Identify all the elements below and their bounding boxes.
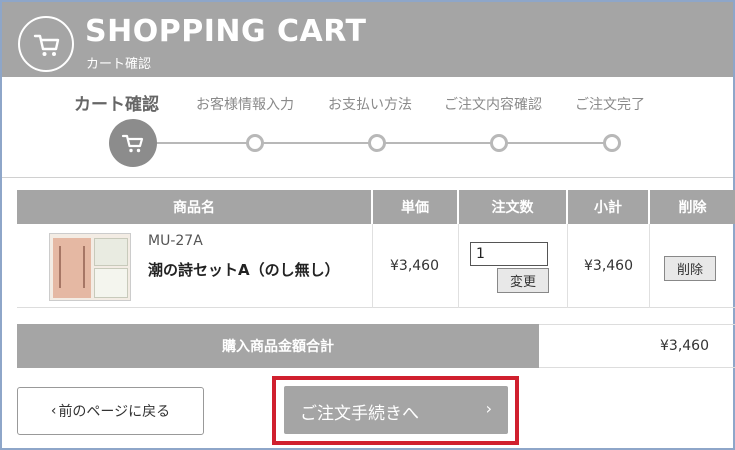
divider [2, 177, 733, 178]
step-dot-complete [603, 134, 621, 152]
column-header-quantity: 注文数 [459, 190, 566, 224]
back-button[interactable]: ‹ 前のページに戻る [17, 387, 204, 435]
proceed-to-checkout-button[interactable]: ご注文手続きへ › [284, 386, 508, 434]
page-title: SHOPPING CART [85, 14, 367, 49]
column-header-product: 商品名 [17, 190, 371, 224]
proceed-button-label: ご注文手続きへ [300, 404, 419, 424]
step-dot-customer-info [246, 134, 264, 152]
unit-price: ¥3,460 [390, 258, 439, 274]
step-label-cart: カート確認 [74, 95, 159, 115]
step-label-payment: お支払い方法 [328, 97, 412, 113]
column-divider [649, 224, 650, 308]
total-value: ¥3,460 [539, 324, 735, 368]
column-header-subtotal: 小計 [568, 190, 648, 224]
product-name[interactable]: 潮の詩セットA（のし無し） [148, 259, 340, 280]
quantity-input[interactable] [470, 242, 548, 266]
product-box-image [53, 238, 91, 298]
shopping-cart-icon [18, 16, 74, 72]
page-subtitle: カート確認 [86, 57, 152, 72]
step-label-confirm: ご注文内容確認 [444, 97, 542, 113]
product-thumbnail[interactable] [49, 233, 131, 301]
row-subtotal: ¥3,460 [584, 258, 633, 274]
back-button-label: 前のページに戻る [58, 404, 171, 420]
product-box-image [94, 268, 128, 298]
column-divider [458, 224, 459, 308]
update-quantity-button[interactable]: 変更 [497, 268, 549, 293]
step-label-customer-info: お客様情報入力 [196, 97, 294, 113]
column-header-unit-price: 単価 [373, 190, 457, 224]
column-divider [567, 224, 568, 308]
chevron-left-icon: ‹ [50, 403, 57, 419]
cart-header: SHOPPING CART カート確認 [2, 2, 733, 77]
step-label-complete: ご注文完了 [575, 97, 645, 113]
column-divider [372, 224, 373, 308]
step-cart-active-icon [109, 119, 157, 167]
step-dot-payment [368, 134, 386, 152]
delete-button[interactable]: 削除 [664, 256, 716, 281]
product-code: MU-27A [148, 233, 203, 249]
column-header-delete: 削除 [650, 190, 735, 224]
total-label: 購入商品金額合計 [17, 324, 539, 368]
step-dot-confirm [490, 134, 508, 152]
product-box-image [94, 238, 128, 266]
chevron-right-icon: › [485, 399, 492, 418]
product-box-image [59, 246, 85, 288]
